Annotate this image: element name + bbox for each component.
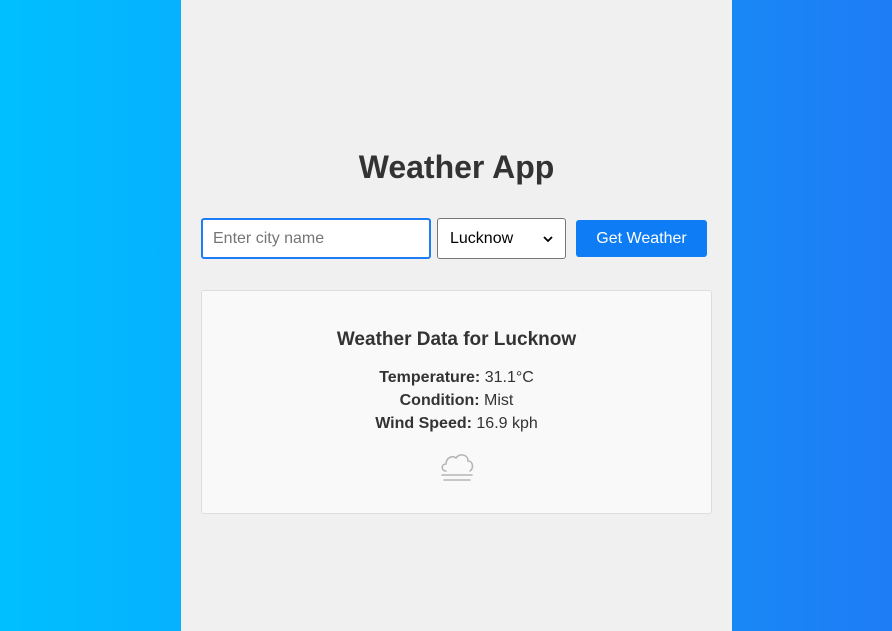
- page-title: Weather App: [358, 149, 555, 185]
- condition-label: Condition:: [399, 392, 480, 409]
- temperature-value: 31.1°C: [484, 369, 534, 386]
- temperature-label: Temperature:: [379, 369, 481, 386]
- weather-heading: Weather Data for Lucknow: [336, 329, 577, 350]
- wind-value: 16.9 kph: [476, 415, 538, 432]
- city-input[interactable]: [201, 218, 431, 259]
- get-weather-button[interactable]: Get Weather: [576, 220, 707, 257]
- app-container: Weather App Lucknow Get Weather Weather …: [181, 0, 732, 631]
- weather-card: Weather Data for Lucknow Temperature: 31…: [201, 290, 712, 514]
- wind-label: Wind Speed:: [375, 415, 472, 432]
- condition-row: Condition: Mist: [202, 391, 711, 411]
- city-select-value: Lucknow: [450, 229, 514, 247]
- temperature-row: Temperature: 31.1°C: [202, 368, 711, 388]
- mist-cloud-icon: [441, 454, 474, 481]
- condition-value: Mist: [484, 392, 514, 409]
- chevron-down-icon: [543, 235, 553, 242]
- wind-row: Wind Speed: 16.9 kph: [202, 414, 711, 434]
- city-select[interactable]: Lucknow: [437, 218, 566, 259]
